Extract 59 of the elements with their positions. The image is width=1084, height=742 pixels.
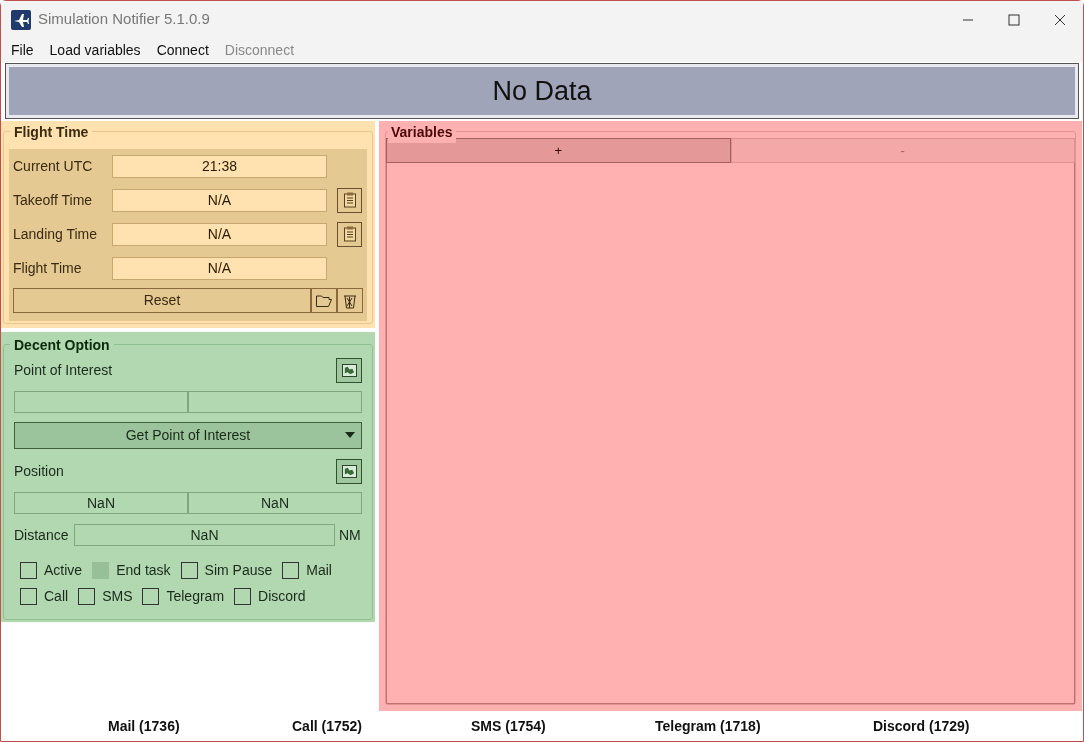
folder-icon [316,294,332,307]
clipboard-icon [342,226,357,242]
coordinate-field[interactable] [188,391,362,413]
checkbox-label: Sim Pause [204,560,273,580]
map-button[interactable] [336,459,362,484]
clipboard-button[interactable] [337,187,362,213]
clipboard-icon [342,192,357,208]
menu-item[interactable]: File [3,39,42,61]
checkbox[interactable] [20,561,37,579]
field-label: Flight Time [13,258,83,278]
reset-button[interactable]: Reset [13,288,311,313]
time-field: N/A [112,256,327,280]
checkbox-label: SMS [102,586,133,606]
time-field: N/A [112,222,327,246]
variable-button[interactable]: + [386,138,731,163]
status-count: SMS (1754) [471,717,546,734]
trash-button[interactable] [337,288,363,313]
status-count: Mail (1736) [108,717,180,734]
time-field: 21:38 [112,154,327,178]
unit-label: NM [339,525,361,545]
trash-icon [343,292,357,309]
checkbox[interactable] [142,587,160,605]
field-label: Point of Interest [14,361,113,380]
checkbox-label: Active [44,560,83,580]
status-count: Call (1752) [292,717,363,734]
checkbox[interactable] [78,587,96,605]
time-field: N/A [112,188,327,212]
checkbox-label: Mail [306,560,332,580]
checkbox[interactable] [282,561,300,579]
map-button[interactable] [336,358,362,383]
map-icon [341,364,357,377]
window-title: Simulation Notifier 5.1.0.9 [38,9,210,30]
checkbox[interactable] [234,587,252,605]
field-label: Distance [14,525,70,545]
checkbox[interactable] [180,561,198,579]
position-field[interactable]: NaN [188,492,362,514]
menu-item[interactable]: Load variables [41,39,149,61]
clipboard-button[interactable] [337,221,362,247]
folder-button[interactable] [311,288,337,313]
poi-dropdown[interactable]: Get Point of Interest [14,422,362,449]
checkbox-label: End task [116,560,171,580]
coordinate-field[interactable] [14,391,188,413]
field-label: Landing Time [13,224,99,244]
status-count: Discord (1729) [873,717,970,734]
field-label: Position [14,462,64,481]
position-field[interactable]: NaN [14,492,188,514]
field-label: Current UTC [13,156,94,176]
caret-icon [345,432,355,438]
airplane-icon [11,9,31,30]
status-count: Telegram (1718) [655,717,761,734]
checkbox-label: Discord [258,586,306,606]
menu-item[interactable]: Connect [148,39,217,61]
distance-field: NaN [74,524,335,546]
field-label: Takeoff Time [13,190,94,210]
status-banner: No Data [6,64,1078,118]
map-icon [341,465,357,478]
checkbox[interactable] [20,587,37,605]
checkbox-label: Call [44,586,69,606]
checkbox-label: Telegram [166,586,225,606]
